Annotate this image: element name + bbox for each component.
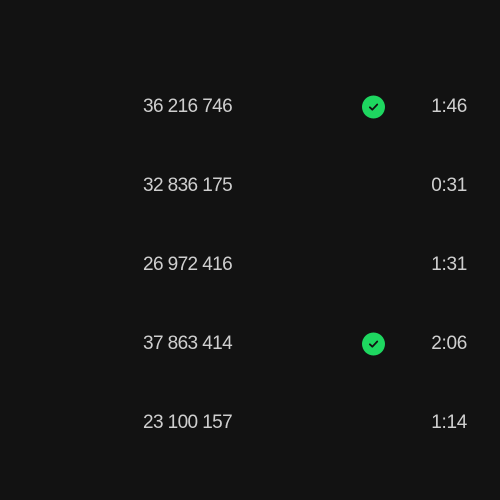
- track-row[interactable]: 37 863 414 2:06: [0, 324, 500, 364]
- track-list: 36 216 746 1:46 32 836 175 0:31 26 972 4…: [0, 0, 500, 500]
- track-row[interactable]: 26 972 416 1:31: [0, 245, 500, 285]
- play-count: 32 836 175: [143, 175, 233, 196]
- track-row[interactable]: 32 836 175 0:31: [0, 166, 500, 206]
- track-duration: 2:06: [431, 333, 467, 354]
- track-duration: 1:31: [431, 254, 467, 275]
- track-duration: 1:14: [431, 412, 467, 433]
- play-count: 37 863 414: [143, 333, 233, 354]
- track-row[interactable]: 36 216 746 1:46: [0, 87, 500, 127]
- check-circle-icon[interactable]: [362, 95, 385, 119]
- track-duration: 0:31: [431, 175, 467, 196]
- play-count: 36 216 746: [143, 96, 233, 117]
- play-count: 23 100 157: [143, 412, 233, 433]
- track-duration: 1:46: [431, 96, 467, 117]
- check-circle-icon[interactable]: [362, 332, 385, 356]
- play-count: 26 972 416: [143, 254, 233, 275]
- track-row[interactable]: 23 100 157 1:14: [0, 403, 500, 443]
